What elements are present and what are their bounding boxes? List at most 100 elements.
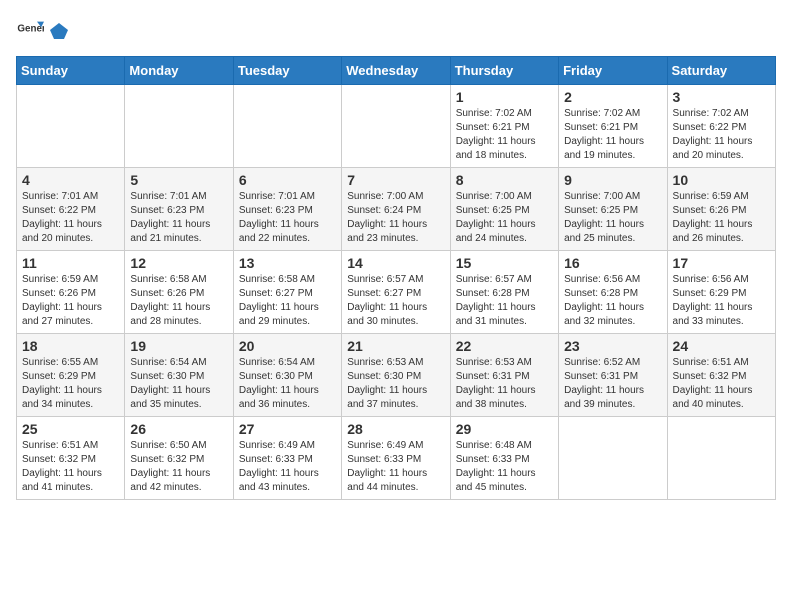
logo-icon: General xyxy=(16,16,44,44)
calendar-cell: 14 Sunrise: 6:57 AM Sunset: 6:27 PM Dayli… xyxy=(342,251,450,334)
day-info: Sunrise: 6:57 AM Sunset: 6:28 PM Dayligh… xyxy=(456,273,553,329)
day-info: Sunrise: 7:02 AM Sunset: 6:22 PM Dayligh… xyxy=(673,107,770,163)
calendar-col-header: Thursday xyxy=(450,57,558,85)
day-number: 10 xyxy=(673,172,770,188)
day-info: Sunrise: 6:54 AM Sunset: 6:30 PM Dayligh… xyxy=(239,356,336,412)
calendar-col-header: Sunday xyxy=(17,57,125,85)
calendar-cell xyxy=(667,417,775,500)
day-number: 23 xyxy=(564,338,661,354)
calendar-cell: 28 Sunrise: 6:49 AM Sunset: 6:33 PM Dayli… xyxy=(342,417,450,500)
calendar-table: SundayMondayTuesdayWednesdayThursdayFrid… xyxy=(16,56,776,500)
calendar-header-row: SundayMondayTuesdayWednesdayThursdayFrid… xyxy=(17,57,776,85)
logo-bird-icon xyxy=(50,21,68,39)
calendar-cell: 17 Sunrise: 6:56 AM Sunset: 6:29 PM Dayli… xyxy=(667,251,775,334)
day-number: 12 xyxy=(130,255,227,271)
day-number: 13 xyxy=(239,255,336,271)
page-header: General xyxy=(16,16,776,44)
day-info: Sunrise: 6:56 AM Sunset: 6:28 PM Dayligh… xyxy=(564,273,661,329)
calendar-cell xyxy=(559,417,667,500)
day-number: 29 xyxy=(456,421,553,437)
calendar-cell xyxy=(233,85,341,168)
calendar-cell xyxy=(342,85,450,168)
day-info: Sunrise: 6:51 AM Sunset: 6:32 PM Dayligh… xyxy=(22,439,119,495)
day-number: 16 xyxy=(564,255,661,271)
day-info: Sunrise: 6:49 AM Sunset: 6:33 PM Dayligh… xyxy=(239,439,336,495)
calendar-cell: 8 Sunrise: 7:00 AM Sunset: 6:25 PM Daylig… xyxy=(450,168,558,251)
calendar-cell: 12 Sunrise: 6:58 AM Sunset: 6:26 PM Dayli… xyxy=(125,251,233,334)
day-info: Sunrise: 6:56 AM Sunset: 6:29 PM Dayligh… xyxy=(673,273,770,329)
calendar-cell: 16 Sunrise: 6:56 AM Sunset: 6:28 PM Dayli… xyxy=(559,251,667,334)
day-number: 1 xyxy=(456,89,553,105)
calendar-col-header: Tuesday xyxy=(233,57,341,85)
calendar-cell: 29 Sunrise: 6:48 AM Sunset: 6:33 PM Dayli… xyxy=(450,417,558,500)
day-number: 17 xyxy=(673,255,770,271)
day-number: 11 xyxy=(22,255,119,271)
day-number: 25 xyxy=(22,421,119,437)
day-number: 5 xyxy=(130,172,227,188)
calendar-cell: 22Sunrise: 6:53 AM Sunset: 6:31 PM Dayli… xyxy=(450,334,558,417)
day-info: Sunrise: 6:53 AM Sunset: 6:30 PM Dayligh… xyxy=(347,356,444,412)
day-info: Sunrise: 7:01 AM Sunset: 6:23 PM Dayligh… xyxy=(130,190,227,246)
calendar-cell: 19 Sunrise: 6:54 AM Sunset: 6:30 PM Dayli… xyxy=(125,334,233,417)
day-info: Sunrise: 7:02 AM Sunset: 6:21 PM Dayligh… xyxy=(564,107,661,163)
day-number: 8 xyxy=(456,172,553,188)
calendar-week-row: 11Sunrise: 6:59 AM Sunset: 6:26 PM Dayli… xyxy=(17,251,776,334)
day-number: 20 xyxy=(239,338,336,354)
day-info: Sunrise: 6:57 AM Sunset: 6:27 PM Dayligh… xyxy=(347,273,444,329)
day-number: 4 xyxy=(22,172,119,188)
day-number: 9 xyxy=(564,172,661,188)
day-number: 7 xyxy=(347,172,444,188)
calendar-col-header: Wednesday xyxy=(342,57,450,85)
calendar-cell: 6 Sunrise: 7:01 AM Sunset: 6:23 PM Daylig… xyxy=(233,168,341,251)
day-info: Sunrise: 6:52 AM Sunset: 6:31 PM Dayligh… xyxy=(564,356,661,412)
calendar-cell: 15 Sunrise: 6:57 AM Sunset: 6:28 PM Dayli… xyxy=(450,251,558,334)
day-number: 22 xyxy=(456,338,553,354)
calendar-cell: 26 Sunrise: 6:50 AM Sunset: 6:32 PM Dayli… xyxy=(125,417,233,500)
day-info: Sunrise: 7:01 AM Sunset: 6:23 PM Dayligh… xyxy=(239,190,336,246)
calendar-cell: 21 Sunrise: 6:53 AM Sunset: 6:30 PM Dayli… xyxy=(342,334,450,417)
day-info: Sunrise: 6:58 AM Sunset: 6:26 PM Dayligh… xyxy=(130,273,227,329)
day-number: 19 xyxy=(130,338,227,354)
day-number: 26 xyxy=(130,421,227,437)
calendar-cell: 5 Sunrise: 7:01 AM Sunset: 6:23 PM Daylig… xyxy=(125,168,233,251)
day-info: Sunrise: 7:00 AM Sunset: 6:25 PM Dayligh… xyxy=(456,190,553,246)
day-info: Sunrise: 6:51 AM Sunset: 6:32 PM Dayligh… xyxy=(673,356,770,412)
calendar-cell: 27 Sunrise: 6:49 AM Sunset: 6:33 PM Dayli… xyxy=(233,417,341,500)
day-number: 2 xyxy=(564,89,661,105)
day-info: Sunrise: 6:55 AM Sunset: 6:29 PM Dayligh… xyxy=(22,356,119,412)
day-info: Sunrise: 7:02 AM Sunset: 6:21 PM Dayligh… xyxy=(456,107,553,163)
calendar-cell: 1 Sunrise: 7:02 AM Sunset: 6:21 PM Daylig… xyxy=(450,85,558,168)
day-info: Sunrise: 6:49 AM Sunset: 6:33 PM Dayligh… xyxy=(347,439,444,495)
day-info: Sunrise: 7:00 AM Sunset: 6:24 PM Dayligh… xyxy=(347,190,444,246)
day-number: 27 xyxy=(239,421,336,437)
calendar-cell: 4 Sunrise: 7:01 AM Sunset: 6:22 PM Daylig… xyxy=(17,168,125,251)
day-number: 18 xyxy=(22,338,119,354)
day-info: Sunrise: 7:00 AM Sunset: 6:25 PM Dayligh… xyxy=(564,190,661,246)
calendar-cell: 24 Sunrise: 6:51 AM Sunset: 6:32 PM Dayli… xyxy=(667,334,775,417)
calendar-cell: 20 Sunrise: 6:54 AM Sunset: 6:30 PM Dayli… xyxy=(233,334,341,417)
calendar-cell: 11Sunrise: 6:59 AM Sunset: 6:26 PM Dayli… xyxy=(17,251,125,334)
day-info: Sunrise: 7:01 AM Sunset: 6:22 PM Dayligh… xyxy=(22,190,119,246)
day-info: Sunrise: 6:58 AM Sunset: 6:27 PM Dayligh… xyxy=(239,273,336,329)
day-info: Sunrise: 6:48 AM Sunset: 6:33 PM Dayligh… xyxy=(456,439,553,495)
calendar-cell: 10Sunrise: 6:59 AM Sunset: 6:26 PM Dayli… xyxy=(667,168,775,251)
day-number: 15 xyxy=(456,255,553,271)
calendar-cell: 2 Sunrise: 7:02 AM Sunset: 6:21 PM Daylig… xyxy=(559,85,667,168)
calendar-cell: 23 Sunrise: 6:52 AM Sunset: 6:31 PM Dayli… xyxy=(559,334,667,417)
calendar-cell xyxy=(125,85,233,168)
day-number: 3 xyxy=(673,89,770,105)
day-number: 21 xyxy=(347,338,444,354)
day-number: 6 xyxy=(239,172,336,188)
day-number: 28 xyxy=(347,421,444,437)
calendar-cell: 25 Sunrise: 6:51 AM Sunset: 6:32 PM Dayli… xyxy=(17,417,125,500)
calendar-cell xyxy=(17,85,125,168)
day-info: Sunrise: 6:54 AM Sunset: 6:30 PM Dayligh… xyxy=(130,356,227,412)
day-info: Sunrise: 6:50 AM Sunset: 6:32 PM Dayligh… xyxy=(130,439,227,495)
calendar-cell: 18 Sunrise: 6:55 AM Sunset: 6:29 PM Dayli… xyxy=(17,334,125,417)
calendar-week-row: 4 Sunrise: 7:01 AM Sunset: 6:22 PM Daylig… xyxy=(17,168,776,251)
day-number: 14 xyxy=(347,255,444,271)
day-number: 24 xyxy=(673,338,770,354)
calendar-col-header: Monday xyxy=(125,57,233,85)
calendar-cell: 3 Sunrise: 7:02 AM Sunset: 6:22 PM Daylig… xyxy=(667,85,775,168)
calendar-week-row: 25 Sunrise: 6:51 AM Sunset: 6:32 PM Dayli… xyxy=(17,417,776,500)
